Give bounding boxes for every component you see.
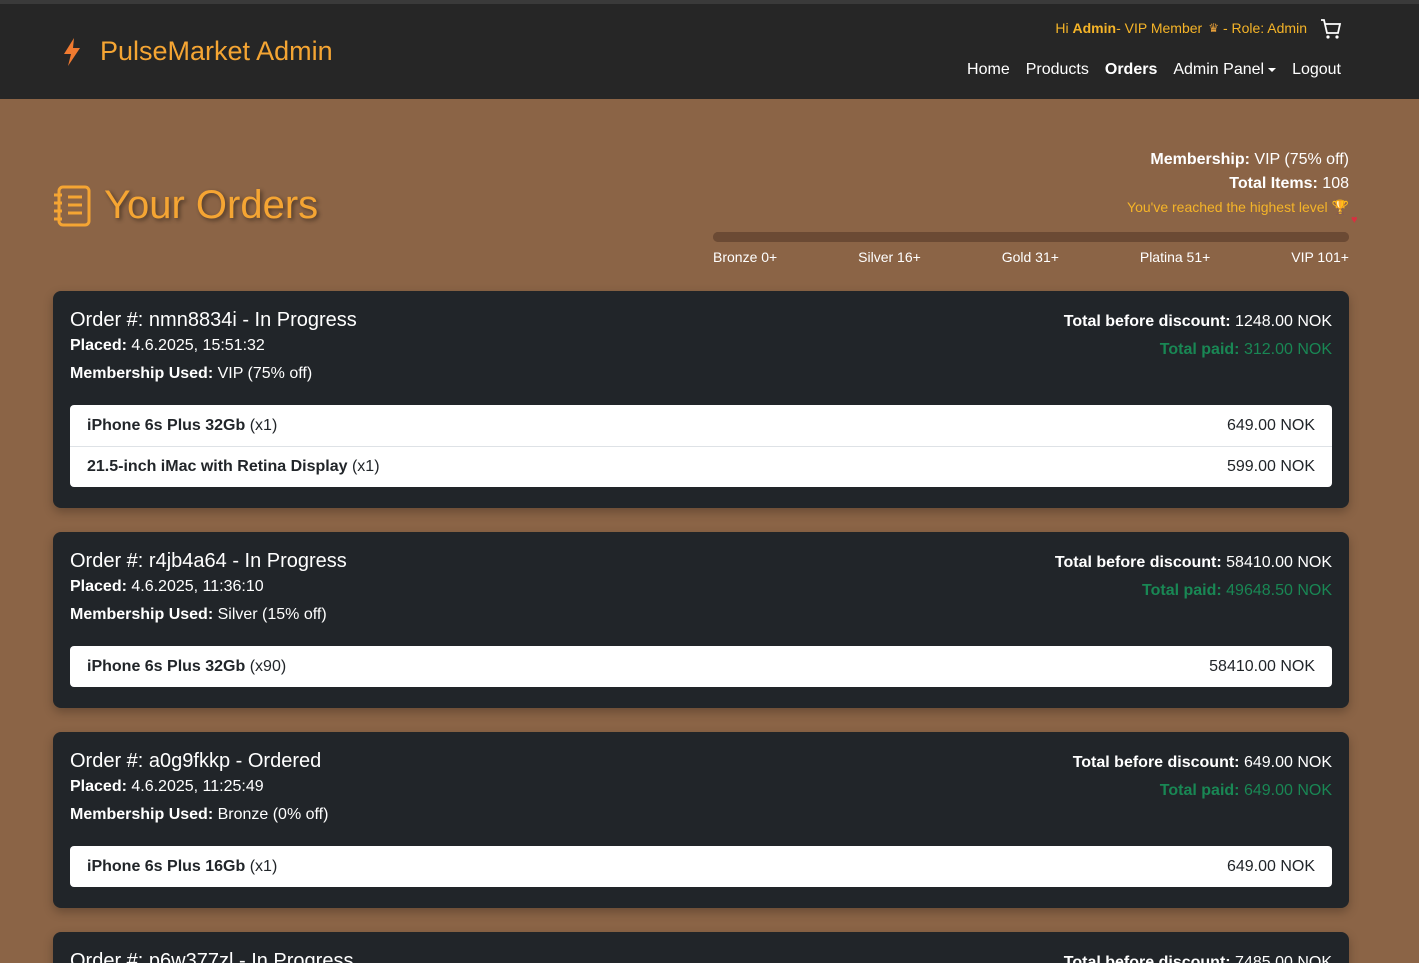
order-card: Order #: p6w377zl - In Progress Total be… [53, 932, 1349, 963]
tier-label: Silver 16+ [858, 249, 921, 265]
nav-products[interactable]: Products [1026, 61, 1089, 79]
total-before-label: Total before discount: [1072, 754, 1240, 771]
total-paid-value: 49648.50 NOK [1221, 582, 1332, 599]
tier-label: Platina 51+ [1139, 249, 1211, 265]
item-name: iPhone 6s Plus 32Gb [87, 416, 246, 434]
user-greeting: Hi Admin - VIP Member ♛ - Role: Admin [1055, 20, 1307, 36]
placed-label: Placed: [70, 778, 127, 795]
membership-used-value: VIP (75% off) [213, 365, 313, 382]
lightning-icon [64, 37, 80, 66]
order-items-list: iPhone 6s Plus 16Gb (x1) 649.00 NOK [70, 846, 1332, 887]
navbar: PulseMarket Admin Hi Admin - VIP Member … [0, 4, 1419, 99]
item-name: 21.5-inch iMac with Retina Display [87, 458, 348, 475]
highest-level-text: You've reached the highest level [1127, 199, 1328, 215]
nav-admin-panel[interactable]: Admin Panel [1173, 61, 1277, 79]
item-qty: (x1) [245, 416, 278, 434]
page-title: Your Orders [104, 183, 319, 227]
greeting-prefix: Hi [1055, 20, 1069, 36]
order-items-list: iPhone 6s Plus 32Gb (x90) 58410.00 NOK [70, 646, 1332, 687]
membership-progress-fill [713, 232, 1349, 242]
greeting-member: - VIP Member [1116, 20, 1203, 36]
membership-value: VIP (75% off) [1249, 151, 1349, 168]
order-totals: Total before discount: 1248.00 NOK Total… [1064, 308, 1332, 364]
order-card: Order #: r4jb4a64 - In Progress Placed: … [53, 532, 1349, 708]
tier-label: Gold 31+ [1001, 249, 1059, 265]
total-before-value: 649.00 NOK [1239, 754, 1332, 771]
placed-label: Placed: [70, 578, 127, 595]
total-before-label: Total before discount: [1063, 313, 1231, 330]
total-paid-label: Total paid: [1159, 782, 1240, 799]
order-totals: Total before discount: 649.00 NOK Total … [1073, 749, 1332, 805]
order-items-list: iPhone 6s Plus 32Gb (x1) 649.00 NOK 21.5… [70, 405, 1332, 487]
total-items-value: 108 [1317, 175, 1349, 192]
total-paid-label: Total paid: [1159, 341, 1240, 358]
order-totals: Total before discount: 7485.00 NOK [1064, 949, 1332, 963]
order-card: Order #: a0g9fkkp - Ordered Placed: 4.6.… [53, 732, 1349, 908]
item-name: iPhone 6s Plus 32Gb [87, 657, 246, 675]
trophy-icon: 🏆 [1331, 199, 1349, 215]
membership-used-label: Membership Used: [70, 365, 214, 382]
brand-link[interactable]: PulseMarket Admin [60, 36, 333, 67]
total-before-label: Total before discount: [1063, 954, 1231, 963]
item-name: iPhone 6s Plus 16Gb [87, 857, 246, 875]
total-before-value: 7485.00 NOK [1230, 954, 1332, 963]
crown-icon: ♛ [1208, 21, 1219, 35]
placed-label: Placed: [70, 337, 127, 354]
greeting-user: Admin [1072, 20, 1117, 36]
membership-used-value: Bronze (0% off) [213, 806, 329, 823]
item-qty: (x1) [347, 458, 380, 475]
item-price: 599.00 NOK [1226, 458, 1315, 475]
heart-icon: ♥ [1351, 214, 1358, 226]
total-paid-label: Total paid: [1142, 582, 1222, 599]
nav-admin-panel-label: Admin Panel [1173, 61, 1265, 78]
total-paid-value: 312.00 NOK [1239, 341, 1332, 358]
order-totals: Total before discount: 58410.00 NOK Tota… [1055, 549, 1332, 605]
tier-labels: Bronze 0+ Silver 16+ Gold 31+ Platina 51… [713, 249, 1349, 265]
notebook-icon [54, 185, 91, 226]
item-price: 649.00 NOK [1226, 857, 1315, 875]
placed-value: 4.6.2025, 15:51:32 [126, 337, 265, 354]
nav-orders[interactable]: Orders [1105, 61, 1157, 79]
membership-label: Membership: [1150, 151, 1250, 168]
brand-name: PulseMarket Admin [100, 36, 333, 66]
placed-value: 4.6.2025, 11:36:10 [126, 578, 264, 595]
list-item: 21.5-inch iMac with Retina Display (x1) … [70, 446, 1332, 487]
chevron-down-icon [1268, 67, 1277, 72]
membership-used-label: Membership Used: [70, 606, 214, 623]
nav-logout[interactable]: Logout [1292, 61, 1341, 79]
item-qty: (x1) [245, 857, 278, 875]
total-items-label: Total Items: [1229, 175, 1318, 192]
item-price: 58410.00 NOK [1209, 657, 1315, 675]
list-item: iPhone 6s Plus 16Gb (x1) 649.00 NOK [70, 846, 1332, 887]
nav-home[interactable]: Home [967, 61, 1010, 79]
tier-label: VIP 101+ [1291, 249, 1349, 265]
total-before-value: 1248.00 NOK [1230, 313, 1332, 330]
membership-used-value: Silver (15% off) [213, 606, 327, 623]
page-header: Your Orders [52, 183, 318, 228]
list-item: iPhone 6s Plus 32Gb (x90) 58410.00 NOK [70, 646, 1332, 687]
greeting-role: - Role: Admin [1222, 20, 1307, 36]
main-nav: Home Products Orders Admin Panel Logout [951, 61, 1341, 79]
tier-label: Bronze 0+ [713, 249, 778, 265]
total-paid-value: 649.00 NOK [1239, 782, 1332, 799]
cart-icon[interactable] [1319, 17, 1343, 41]
total-before-value: 58410.00 NOK [1221, 554, 1332, 571]
membership-summary: Membership: VIP (75% off) Total Items: 1… [1127, 148, 1349, 218]
total-before-label: Total before discount: [1054, 554, 1222, 571]
list-item: iPhone 6s Plus 32Gb (x1) 649.00 NOK [70, 405, 1332, 446]
item-price: 649.00 NOK [1226, 416, 1315, 434]
placed-value: 4.6.2025, 11:25:49 [126, 778, 264, 795]
order-card: Order #: nmn8834i - In Progress Placed: … [53, 291, 1349, 508]
membership-progress-bar [713, 232, 1349, 242]
item-qty: (x90) [245, 657, 287, 675]
membership-used-label: Membership Used: [70, 806, 214, 823]
